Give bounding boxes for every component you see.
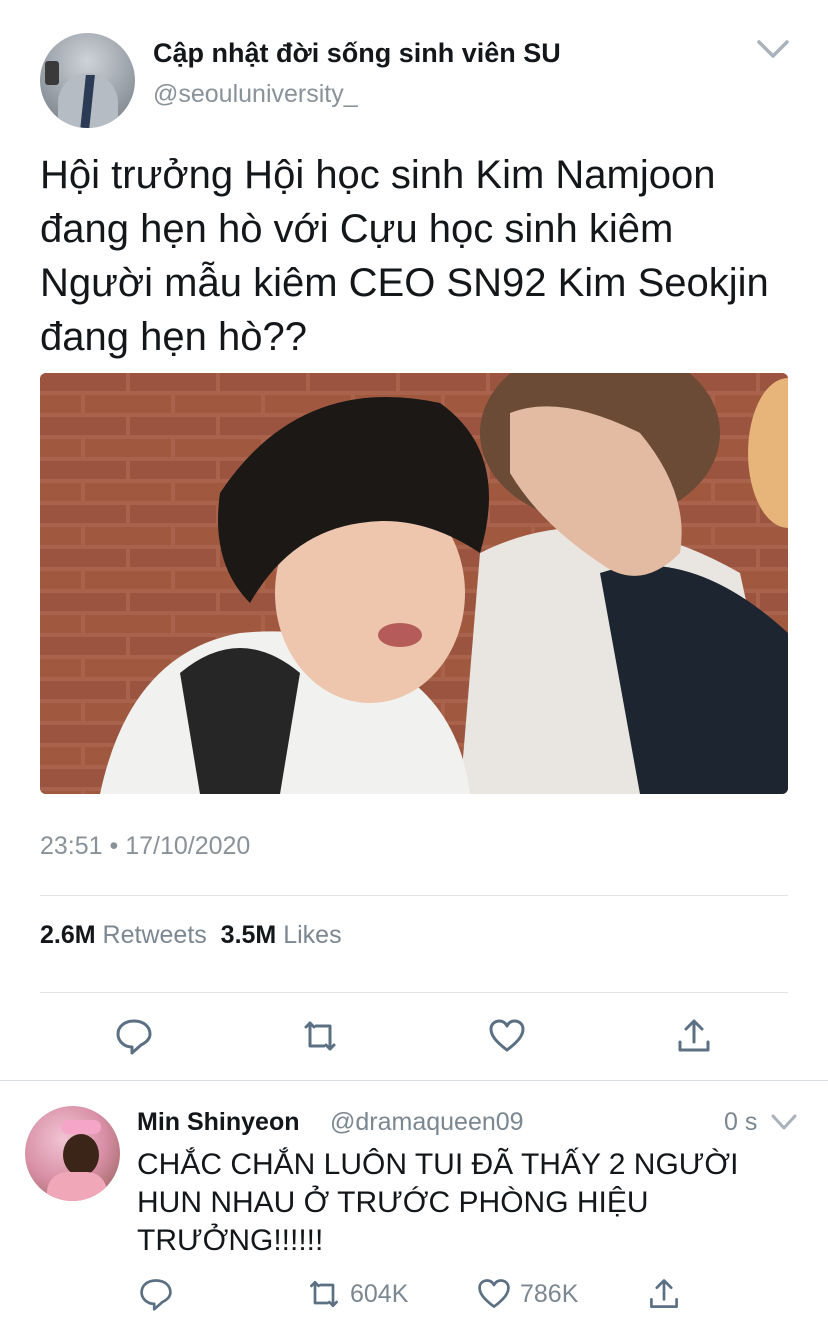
heart-icon[interactable]: [487, 1016, 527, 1056]
likes-label[interactable]: Likes: [283, 921, 341, 949]
share-upload-icon: [650, 1279, 678, 1308]
tweet-timestamp: 23:51 • 17/10/2020: [40, 832, 251, 860]
share-upload-icon[interactable]: [674, 1016, 714, 1056]
reply-reply-button[interactable]: [138, 1276, 174, 1312]
reply-author-avatar[interactable]: [25, 1106, 120, 1201]
reply-bubble-icon[interactable]: [114, 1016, 154, 1056]
reply-handle[interactable]: @dramaqueen09: [330, 1108, 524, 1137]
reply-share-button[interactable]: [646, 1276, 682, 1312]
author-display-name[interactable]: Cập nhật đời sống sinh viên SU: [153, 38, 561, 69]
reply-like-button[interactable]: 786K: [476, 1276, 578, 1312]
engagement-stats: 2.6M Retweets 3.5M Likes: [40, 921, 342, 950]
tweet-photo[interactable]: [40, 373, 788, 794]
reply-retweet-button[interactable]: 604K: [306, 1276, 408, 1312]
likes-count[interactable]: 3.5M: [221, 921, 277, 949]
divider: [40, 895, 788, 896]
chevron-down-icon[interactable]: [770, 1113, 798, 1131]
reply-text: CHẮC CHẮN LUÔN TUI ĐÃ THẤY 2 NGƯỜI HUN N…: [137, 1148, 739, 1257]
tweet-text: Hội trưởng Hội học sinh Kim Namjoon đang…: [40, 153, 769, 359]
author-avatar[interactable]: [40, 33, 135, 128]
retweet-icon[interactable]: [300, 1016, 340, 1056]
heart-icon: [478, 1279, 510, 1308]
retweets-count[interactable]: 2.6M: [40, 921, 96, 949]
chevron-down-icon[interactable]: [756, 38, 790, 60]
author-handle[interactable]: @seouluniversity_: [153, 80, 358, 109]
reply-time: 0 s: [724, 1108, 758, 1136]
reply-retweet-count: 604K: [350, 1279, 409, 1308]
retweets-label[interactable]: Retweets: [103, 921, 207, 949]
reply-like-count: 786K: [520, 1279, 579, 1308]
reply-display-name[interactable]: Min Shinyeon: [137, 1108, 300, 1137]
divider: [40, 992, 788, 993]
reply-bubble-icon: [140, 1279, 172, 1311]
divider: [0, 1080, 828, 1081]
retweet-icon: [310, 1280, 338, 1308]
